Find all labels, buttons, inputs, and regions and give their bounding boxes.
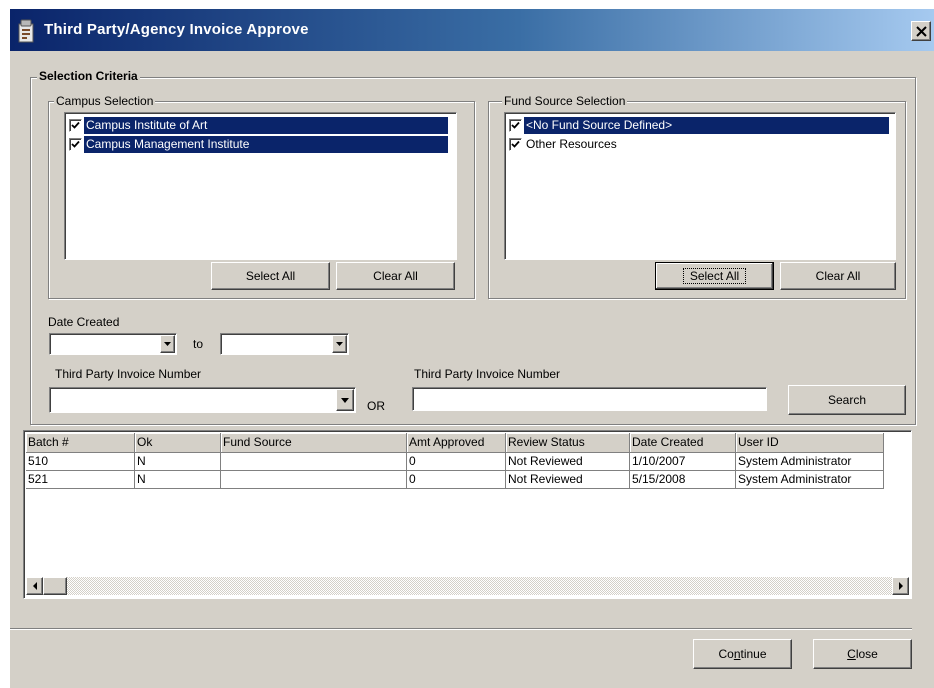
list-item-label: <No Fund Source Defined> [524,116,889,134]
title-bar[interactable]: Third Party/Agency Invoice Approve [10,9,934,51]
invoice-number-dropdown-button[interactable] [336,389,354,411]
campus-select-all-button[interactable]: Select All [211,262,330,290]
cell-batch: 510 [26,453,135,471]
cell-ok: N [135,471,221,489]
list-item-other-resources[interactable]: Other Resources [509,135,619,153]
cell-review-status: Not Reviewed [506,453,630,471]
search-button[interactable]: Search [788,385,906,415]
table-row[interactable]: 521 N 0 Not Reviewed 5/15/2008 System Ad… [26,471,884,489]
column-header-user-id[interactable]: User ID [736,433,884,453]
cell-user-id: System Administrator [736,453,884,471]
date-created-label: Date Created [48,315,120,329]
campus-listbox[interactable]: Campus Institute of Art Campus Managemen… [64,112,457,260]
close-label: Close [847,647,878,661]
results-grid[interactable]: Batch # Ok Fund Source Amt Approved Revi… [23,430,912,599]
continue-label: Continue [718,647,767,661]
horizontal-scrollbar[interactable] [26,577,909,595]
window-close-button[interactable] [911,21,931,41]
date-from-combo[interactable] [49,333,177,355]
invoice-number-field[interactable] [412,387,767,411]
fund-source-clear-all-button[interactable]: Clear All [780,262,896,290]
cell-batch: 521 [26,471,135,489]
column-header-batch[interactable]: Batch # [26,433,135,453]
invoice-number-combo[interactable] [49,387,356,413]
scroll-right-button[interactable] [892,577,909,595]
list-item-no-fund-source[interactable]: <No Fund Source Defined> [509,116,889,134]
cell-fund-source [221,453,407,471]
close-button[interactable]: Close [813,639,912,669]
grid-header: Batch # Ok Fund Source Amt Approved Revi… [26,433,884,453]
invoice-number-combo-label: Third Party Invoice Number [55,367,202,381]
continue-button[interactable]: Continue [693,639,792,669]
cell-date-created: 5/15/2008 [630,471,736,489]
campus-checkbox[interactable] [69,137,82,151]
window-title: Third Party/Agency Invoice Approve [44,21,309,38]
fund-source-select-all-button[interactable]: Select All [655,262,774,290]
date-to-combo[interactable] [220,333,349,355]
dropdown-arrow-icon [341,398,349,403]
checkmark-icon [511,121,520,129]
scroll-right-arrow-icon [899,582,903,590]
dropdown-arrow-icon [164,342,171,346]
campus-clear-all-button[interactable]: Clear All [336,262,455,290]
column-header-date-created[interactable]: Date Created [630,433,736,453]
scroll-thumb[interactable] [43,577,67,595]
dropdown-arrow-icon [336,342,343,346]
cell-ok: N [135,453,221,471]
column-header-review-status[interactable]: Review Status [506,433,630,453]
cell-review-status: Not Reviewed [506,471,630,489]
or-label: OR [367,399,385,413]
select-all-label: Select All [682,268,747,284]
campus-checkbox[interactable] [69,118,82,132]
date-to-label: to [193,337,204,351]
list-item-campus-management-institute[interactable]: Campus Management Institute [69,135,448,153]
close-x-icon [916,26,927,37]
cell-amt-approved: 0 [407,453,506,471]
date-from-dropdown-button[interactable] [160,335,175,353]
table-row[interactable]: 510 N 0 Not Reviewed 1/10/2007 System Ad… [26,453,884,471]
column-header-fund-source[interactable]: Fund Source [221,433,407,453]
separator [10,628,912,630]
fund-source-checkbox[interactable] [509,137,522,151]
selection-criteria-label: Selection Criteria [37,69,140,83]
checkmark-icon [511,140,520,148]
invoice-number-text-label: Third Party Invoice Number [414,367,561,381]
scroll-left-button[interactable] [26,577,43,595]
fund-source-listbox[interactable]: <No Fund Source Defined> Other Resources [504,112,896,260]
list-item-label: Campus Institute of Art [84,116,448,134]
list-item-label: Campus Management Institute [84,135,448,153]
checkmark-icon [71,140,80,148]
cell-amt-approved: 0 [407,471,506,489]
invoice-approve-window: Third Party/Agency Invoice Approve Selec… [9,8,934,688]
cell-user-id: System Administrator [736,471,884,489]
fund-source-selection-label: Fund Source Selection [502,94,628,108]
checkmark-icon [71,121,80,129]
date-to-dropdown-button[interactable] [332,335,347,353]
column-header-ok[interactable]: Ok [135,433,221,453]
campus-selection-label: Campus Selection [54,94,156,108]
column-header-amt-approved[interactable]: Amt Approved [407,433,506,453]
list-item-campus-institute-of-art[interactable]: Campus Institute of Art [69,116,448,134]
cell-fund-source [221,471,407,489]
list-item-label: Other Resources [526,136,617,151]
app-window-icon [18,19,34,43]
scroll-left-arrow-icon [33,582,37,590]
cell-date-created: 1/10/2007 [630,453,736,471]
fund-source-checkbox[interactable] [509,118,522,132]
